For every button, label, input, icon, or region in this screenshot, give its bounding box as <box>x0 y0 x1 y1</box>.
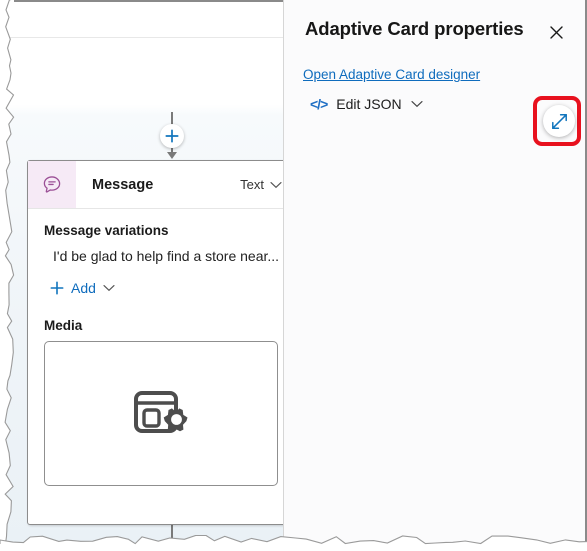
media-dropzone[interactable] <box>44 341 278 486</box>
close-icon <box>549 25 563 39</box>
expand-diagonal-icon <box>551 113 567 129</box>
add-variation-button[interactable]: Add <box>44 280 278 296</box>
plus-icon <box>50 281 64 295</box>
app-screenshot: Message Text Message variations I'd be g… <box>0 0 587 551</box>
message-node-body: Message variations I'd be glad to help f… <box>28 209 283 502</box>
page-title: Adaptive Card properties <box>305 18 524 39</box>
edit-json-label: Edit JSON <box>336 96 402 112</box>
message-node-icon-container <box>28 161 76 208</box>
chevron-down-icon <box>103 285 115 292</box>
plus-icon <box>165 129 179 143</box>
add-variation-label: Add <box>71 280 96 296</box>
message-node-header: Message Text <box>28 161 283 209</box>
adaptive-card-properties-panel: Adaptive Card properties { "type": "Adap… <box>283 0 587 551</box>
message-type-dropdown[interactable]: Text <box>240 177 282 192</box>
media-label: Media <box>44 318 83 333</box>
close-panel-button[interactable] <box>543 19 569 45</box>
chevron-down-icon <box>270 181 282 188</box>
open-adaptive-card-designer-link[interactable]: Open Adaptive Card designer <box>303 67 480 82</box>
add-node-button-top[interactable] <box>160 124 184 148</box>
message-variation-item[interactable]: I'd be glad to help find a store near... <box>44 248 278 264</box>
message-node-card[interactable]: Message Text Message variations I'd be g… <box>27 160 283 525</box>
expand-editor-button[interactable] <box>543 105 575 137</box>
message-type-value: Text <box>240 177 264 192</box>
connector-arrowhead-top <box>167 152 177 159</box>
message-node-title: Message <box>92 176 154 193</box>
message-bubble-icon <box>43 175 61 193</box>
message-variations-label: Message variations <box>44 223 169 238</box>
authoring-canvas: Message Text Message variations I'd be g… <box>0 0 283 551</box>
code-brackets-icon: </> <box>310 96 328 112</box>
canvas-top-border <box>14 0 283 2</box>
chevron-down-icon <box>411 101 423 108</box>
edit-json-toggle[interactable]: </> Edit JSON <box>310 96 423 112</box>
card-settings-icon <box>134 390 188 433</box>
add-node-button-bottom[interactable] <box>160 538 184 551</box>
properties-panel-header: Adaptive Card properties <box>284 0 585 45</box>
plus-icon <box>165 543 179 551</box>
canvas-top-strip <box>0 0 283 38</box>
